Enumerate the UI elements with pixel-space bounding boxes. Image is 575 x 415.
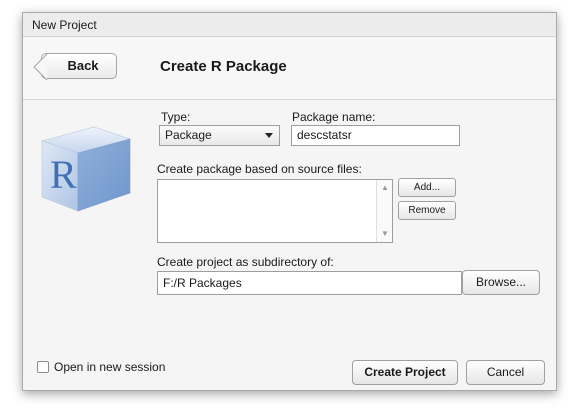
type-select-value: Package: [165, 128, 212, 142]
window-title: New Project: [23, 13, 556, 37]
chevron-down-icon: [265, 133, 273, 138]
browse-button[interactable]: Browse...: [462, 270, 540, 295]
remove-button[interactable]: Remove: [398, 201, 456, 220]
wizard-header: Back Create R Package: [23, 38, 556, 100]
subdir-input[interactable]: F:/R Packages: [157, 271, 462, 295]
source-files-list[interactable]: ▲ ▼: [157, 179, 393, 243]
scroll-up-icon[interactable]: ▲: [381, 184, 389, 192]
source-files-label: Create package based on source files:: [157, 162, 362, 176]
back-button[interactable]: Back: [33, 53, 117, 81]
open-new-session-label: Open in new session: [54, 360, 166, 374]
open-new-session-checkbox[interactable]: [37, 361, 49, 373]
back-arrow-icon: [33, 53, 48, 81]
new-project-dialog: New Project Back Create R Package R Type…: [22, 12, 557, 391]
type-label: Type:: [161, 110, 191, 124]
add-button[interactable]: Add...: [398, 178, 456, 197]
subdir-label: Create project as subdirectory of:: [157, 255, 334, 269]
page-title: Create R Package: [160, 58, 287, 75]
logo-letter: R: [50, 152, 77, 197]
source-files-scrollbar[interactable]: ▲ ▼: [376, 180, 392, 242]
package-name-label: Package name:: [292, 110, 376, 124]
package-name-input[interactable]: descstatsr: [291, 125, 460, 146]
back-button-label: Back: [67, 58, 99, 73]
type-select[interactable]: Package: [159, 125, 280, 146]
create-project-button[interactable]: Create Project: [352, 360, 458, 385]
cancel-button[interactable]: Cancel: [466, 360, 545, 385]
scroll-down-icon[interactable]: ▼: [381, 230, 389, 238]
